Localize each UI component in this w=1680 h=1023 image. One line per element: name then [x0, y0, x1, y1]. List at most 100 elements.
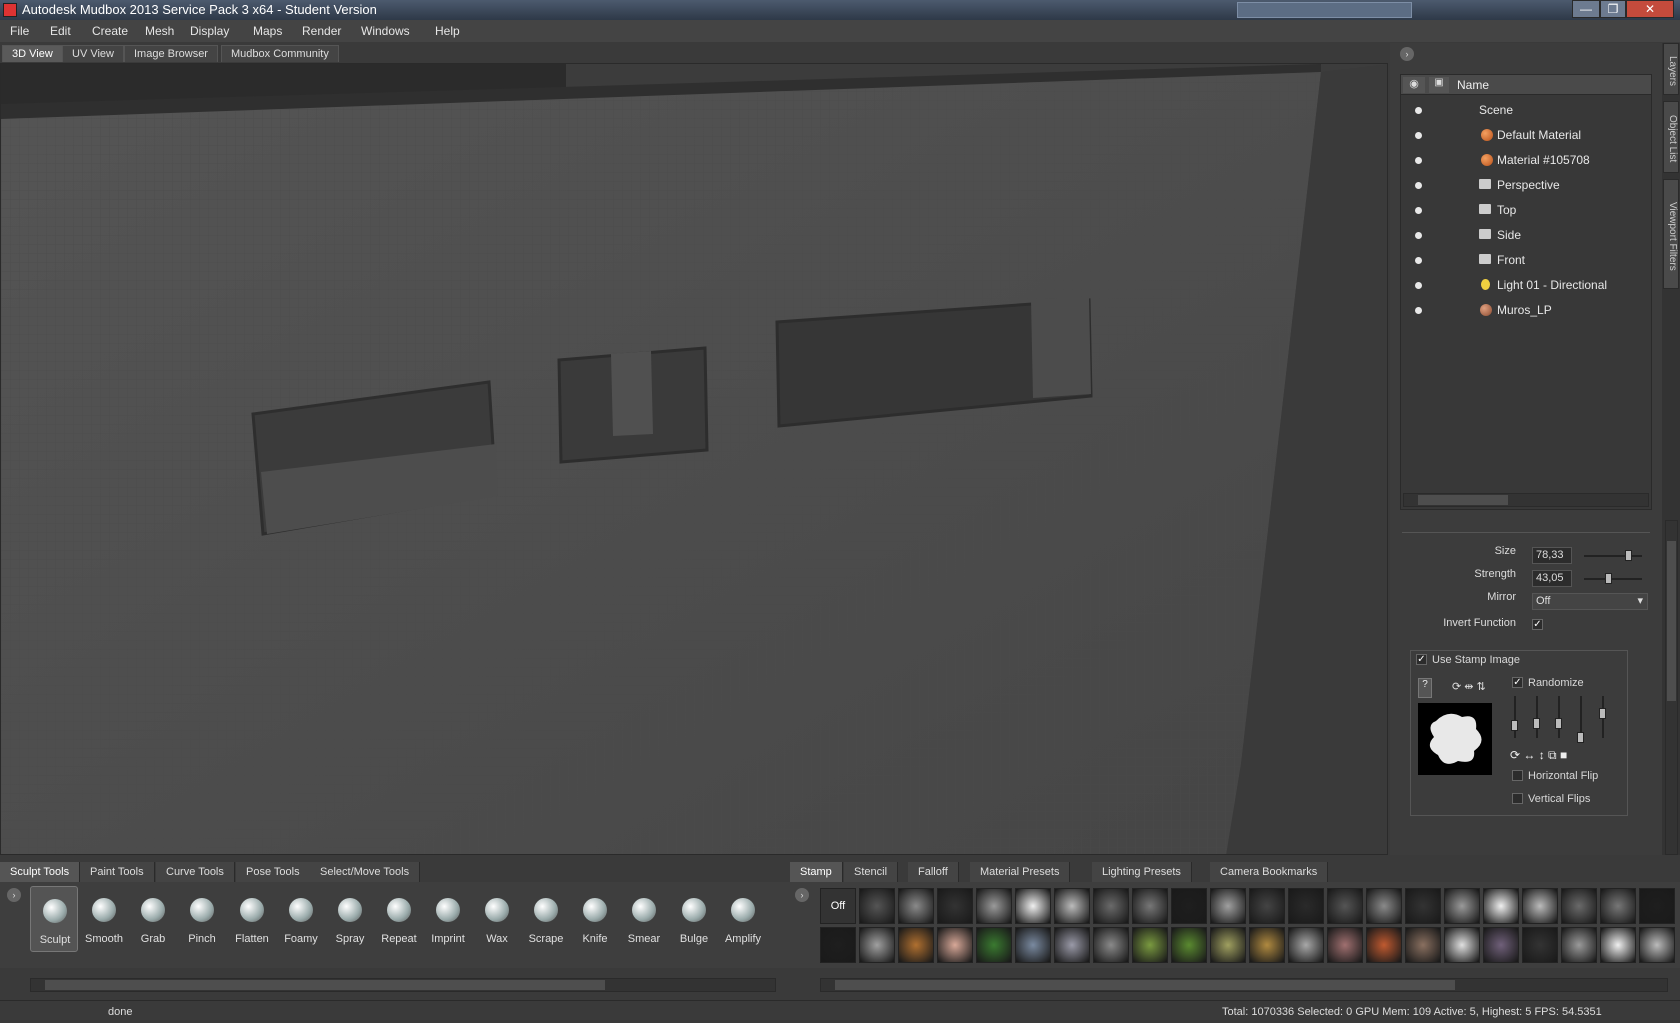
random-slider-3[interactable]: [1558, 696, 1560, 738]
menu-edit[interactable]: Edit: [50, 24, 71, 38]
stamp-thumbnail[interactable]: [1600, 927, 1636, 963]
menu-windows[interactable]: Windows: [361, 24, 410, 38]
stamp-thumbnail[interactable]: [1366, 927, 1402, 963]
stamp-thumbnail[interactable]: [1093, 888, 1129, 924]
tab-image-browser[interactable]: Image Browser: [124, 45, 218, 62]
stamp-thumbnail[interactable]: [1561, 888, 1597, 924]
stamp-thumbnail[interactable]: [976, 927, 1012, 963]
stamp-tray-scrollbar[interactable]: [820, 978, 1668, 992]
visibility-dot-icon[interactable]: [1415, 307, 1422, 314]
scrollbar-thumb[interactable]: [1667, 541, 1676, 701]
tool-flatten[interactable]: Flatten: [228, 886, 276, 952]
side-tab-layers[interactable]: Layers: [1663, 43, 1679, 95]
stamp-preview-image[interactable]: [1418, 703, 1492, 775]
size-input[interactable]: 78,33: [1532, 547, 1572, 564]
visibility-eye-icon[interactable]: ◉: [1403, 77, 1425, 93]
tool-pinch[interactable]: Pinch: [178, 886, 226, 952]
random-rotate-flip-icons[interactable]: ⟳ ↔ ↕ ⧉ ■: [1510, 748, 1567, 763]
list-item-muros-lp[interactable]: Muros_LP: [1401, 299, 1651, 323]
collapse-panel-icon[interactable]: ›: [1400, 47, 1414, 61]
visibility-dot-icon[interactable]: [1415, 282, 1422, 289]
tool-bulge[interactable]: Bulge: [670, 886, 718, 952]
scrollbar-thumb[interactable]: [835, 980, 1455, 990]
random-slider-thumb[interactable]: [1511, 720, 1518, 731]
stamp-thumbnail[interactable]: [976, 888, 1012, 924]
list-item-material-105708[interactable]: Material #105708: [1401, 149, 1651, 173]
tray-expand-icon[interactable]: ›: [7, 888, 21, 902]
visibility-dot-icon[interactable]: [1415, 182, 1422, 189]
stamp-thumbnail[interactable]: [1288, 888, 1324, 924]
tool-repeat[interactable]: Repeat: [375, 886, 423, 952]
stamp-thumbnail[interactable]: [1483, 927, 1519, 963]
stamp-thumbnail[interactable]: [1132, 927, 1168, 963]
stamp-thumbnail[interactable]: [1249, 888, 1285, 924]
list-item-default-material[interactable]: Default Material: [1401, 124, 1651, 148]
minimize-button[interactable]: —: [1572, 0, 1600, 18]
tool-foamy[interactable]: Foamy: [277, 886, 325, 952]
stamp-thumbnail[interactable]: [1171, 927, 1207, 963]
stamp-thumbnail[interactable]: [1639, 888, 1675, 924]
tab-sculpt-tools[interactable]: Sculpt Tools: [0, 862, 81, 882]
menu-display[interactable]: Display: [190, 24, 229, 38]
stamp-thumbnail[interactable]: [859, 927, 895, 963]
stamp-thumbnail[interactable]: [1015, 927, 1051, 963]
stamp-thumbnail[interactable]: [1210, 927, 1246, 963]
tool-smooth[interactable]: Smooth: [80, 886, 128, 952]
lock-icon[interactable]: ▣: [1429, 77, 1449, 93]
menu-help[interactable]: Help: [435, 24, 460, 38]
strength-slider[interactable]: [1584, 578, 1642, 580]
list-item-top[interactable]: Top: [1401, 199, 1651, 223]
stamp-thumbnail[interactable]: [1171, 888, 1207, 924]
tool-tray-scrollbar[interactable]: [30, 978, 776, 992]
stamp-thumbnail[interactable]: [898, 927, 934, 963]
tab-lighting-presets[interactable]: Lighting Presets: [1092, 862, 1192, 882]
stamp-thumbnail[interactable]: [1210, 888, 1246, 924]
stamp-thumbnail[interactable]: [1444, 888, 1480, 924]
tool-spray[interactable]: Spray: [326, 886, 374, 952]
maximize-button[interactable]: ❐: [1600, 0, 1626, 18]
stamp-thumbnail[interactable]: [1405, 927, 1441, 963]
list-item-side[interactable]: Side: [1401, 224, 1651, 248]
tab-stencil[interactable]: Stencil: [844, 862, 899, 882]
stamp-thumbnail[interactable]: [1405, 888, 1441, 924]
size-slider[interactable]: [1584, 555, 1642, 557]
size-slider-thumb[interactable]: [1625, 550, 1633, 561]
visibility-dot-icon[interactable]: [1415, 257, 1422, 264]
random-slider-thumb[interactable]: [1533, 718, 1540, 729]
tab-camera-bookmarks[interactable]: Camera Bookmarks: [1210, 862, 1329, 882]
tab-uv-view[interactable]: UV View: [62, 45, 124, 62]
stamp-thumbnail[interactable]: [1249, 927, 1285, 963]
tab-pose-tools[interactable]: Pose Tools: [236, 862, 311, 882]
tool-sculpt[interactable]: Sculpt: [30, 886, 78, 952]
side-tab-object-list[interactable]: Object List: [1663, 101, 1679, 173]
close-button[interactable]: ✕: [1626, 0, 1674, 18]
use-stamp-image-checkbox[interactable]: ✓: [1416, 654, 1427, 665]
name-column-header[interactable]: Name: [1457, 78, 1489, 92]
random-slider-1[interactable]: [1514, 696, 1516, 738]
scrollbar-thumb[interactable]: [1418, 495, 1508, 505]
menu-create[interactable]: Create: [92, 24, 128, 38]
tab-falloff[interactable]: Falloff: [908, 862, 959, 882]
stamp-rotate-flip-icons[interactable]: ⟳ ⇹ ⇅: [1452, 680, 1486, 693]
vertical-flips-checkbox[interactable]: [1512, 793, 1523, 804]
list-item-front[interactable]: Front: [1401, 249, 1651, 273]
menu-render[interactable]: Render: [302, 24, 341, 38]
stamp-thumbnail[interactable]: [820, 927, 856, 963]
menu-maps[interactable]: Maps: [253, 24, 282, 38]
stamp-tray-expand-icon[interactable]: ›: [795, 888, 809, 902]
tab-material-presets[interactable]: Material Presets: [970, 862, 1071, 882]
menu-mesh[interactable]: Mesh: [145, 24, 174, 38]
tool-imprint[interactable]: Imprint: [424, 886, 472, 952]
tool-amplify[interactable]: Amplify: [719, 886, 767, 952]
stamp-help-icon[interactable]: ?: [1418, 678, 1432, 698]
stamp-thumbnail[interactable]: [859, 888, 895, 924]
visibility-dot-icon[interactable]: [1415, 107, 1422, 114]
stamp-thumbnail[interactable]: [1366, 888, 1402, 924]
stamp-thumbnail[interactable]: [1483, 888, 1519, 924]
horizontal-flip-checkbox[interactable]: [1512, 770, 1523, 781]
visibility-dot-icon[interactable]: [1415, 232, 1422, 239]
list-item-perspective[interactable]: Perspective: [1401, 174, 1651, 198]
menu-file[interactable]: File: [10, 24, 29, 38]
stamp-thumbnail[interactable]: [1327, 927, 1363, 963]
invert-function-checkbox[interactable]: ✓: [1532, 619, 1543, 630]
